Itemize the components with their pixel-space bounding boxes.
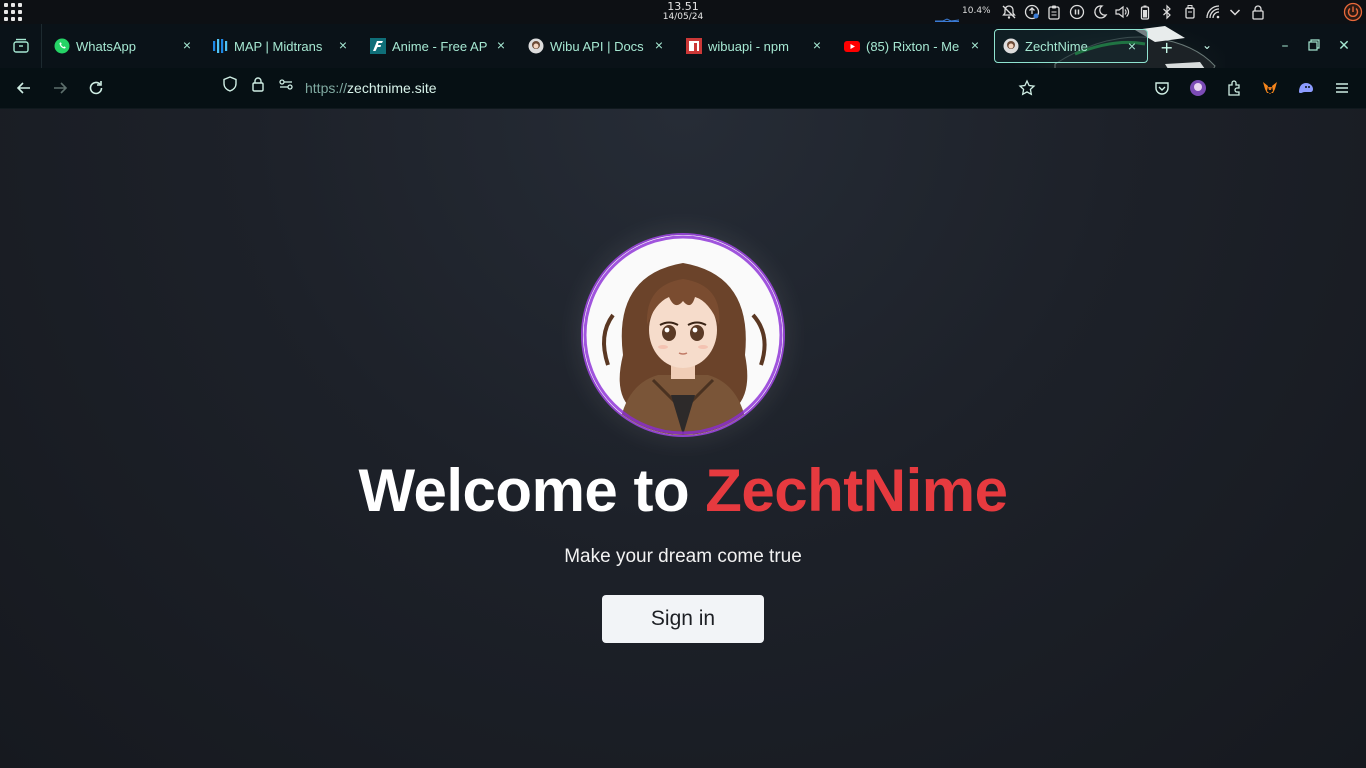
close-tab-icon[interactable]: × <box>336 38 350 52</box>
close-tab-icon[interactable]: × <box>652 38 666 52</box>
close-window-icon[interactable]: ✕ <box>1336 38 1352 54</box>
browser-tab-strip: WhatsApp × MAP | Midtrans × Anime - Free… <box>0 24 1366 110</box>
night-light-icon[interactable] <box>1088 2 1111 22</box>
tab-zechtnime[interactable]: ZechtNime × <box>994 29 1148 63</box>
tab-label: wibuapi - npm <box>708 38 789 54</box>
list-all-tabs-icon[interactable]: ⌄ <box>1202 38 1212 52</box>
zechtnime-icon <box>1003 38 1019 54</box>
wibu-avatar-icon <box>528 38 544 54</box>
tab-label: Anime - Free AP <box>392 38 488 54</box>
wifi-icon[interactable] <box>1201 2 1224 22</box>
tab-wibuapi-npm[interactable]: wibuapi - npm × <box>686 29 826 63</box>
tab-overview-icon[interactable] <box>0 24 42 68</box>
tab-label: Wibu API | Docs <box>550 38 644 54</box>
pocket-icon[interactable] <box>1152 78 1172 98</box>
url-scheme: https:// <box>305 80 348 96</box>
close-tab-icon[interactable]: × <box>494 38 508 52</box>
metamask-fox-icon[interactable] <box>1260 78 1280 98</box>
welcome-prefix: Welcome to <box>358 457 706 524</box>
tagline: Make your dream come true <box>564 546 802 567</box>
cpu-graph[interactable] <box>935 2 960 22</box>
url-bar[interactable]: https://zechtnime.site <box>220 74 1000 102</box>
tab-youtube-rixton[interactable]: (85) Rixton - Me × <box>844 29 984 63</box>
system-top-bar: 13.51 14/05/24 10.4% <box>0 0 1366 24</box>
expand-tray-icon[interactable] <box>1224 2 1247 22</box>
page-content: Welcome to ZechtNime Make your dream com… <box>0 109 1366 768</box>
youtube-icon <box>844 38 860 54</box>
bluetooth-icon[interactable] <box>1156 2 1179 22</box>
forward-icon[interactable] <box>50 78 70 98</box>
whatsapp-icon <box>54 38 70 54</box>
clipboard-icon[interactable] <box>1043 2 1066 22</box>
bookmark-star-icon[interactable] <box>1017 78 1037 98</box>
close-tab-icon[interactable]: × <box>968 38 982 52</box>
close-tab-icon[interactable]: × <box>180 38 194 52</box>
welcome-heading: Welcome to ZechtNime <box>0 456 1366 525</box>
volume-icon[interactable] <box>1111 2 1134 22</box>
site-permissions-icon[interactable] <box>276 74 296 94</box>
menu-hamburger-icon[interactable] <box>1332 78 1352 98</box>
tab-anime-api[interactable]: Anime - Free AP × <box>370 29 510 63</box>
notifications-muted-icon[interactable] <box>998 2 1021 22</box>
sign-in-button[interactable]: Sign in <box>602 595 764 643</box>
tab-midtrans[interactable]: MAP | Midtrans × <box>212 29 352 63</box>
shield-icon[interactable] <box>220 74 240 94</box>
new-tab-button[interactable]: + <box>1160 38 1173 57</box>
media-icon[interactable] <box>1066 2 1089 22</box>
anime-girl-avatar <box>583 235 783 435</box>
url-text[interactable]: https://zechtnime.site <box>305 80 437 96</box>
tab-wibu-api-docs[interactable]: Wibu API | Docs × <box>528 29 668 63</box>
tab-label: (85) Rixton - Me <box>866 38 960 54</box>
minimize-window-icon[interactable]: – <box>1277 38 1293 54</box>
npm-icon <box>686 38 702 54</box>
power-icon[interactable] <box>1343 2 1363 22</box>
battery-icon[interactable] <box>1134 2 1157 22</box>
anime-api-icon <box>370 38 386 54</box>
midtrans-icon <box>212 38 228 54</box>
url-host: zechtnime.site <box>347 80 437 96</box>
maximize-window-icon[interactable] <box>1306 38 1322 54</box>
browser-navigation-bar: https://zechtnime.site <box>0 68 1366 109</box>
lock-icon[interactable] <box>1247 2 1270 22</box>
tab-label: ZechtNime <box>1025 38 1088 54</box>
tab-label: WhatsApp <box>76 38 136 54</box>
close-tab-icon[interactable]: × <box>810 38 824 52</box>
tab-label: MAP | Midtrans <box>234 38 323 54</box>
reload-icon[interactable] <box>86 78 106 98</box>
lock-icon[interactable] <box>248 74 268 94</box>
back-icon[interactable] <box>14 78 34 98</box>
tab-whatsapp[interactable]: WhatsApp × <box>54 29 196 63</box>
extensions-icon[interactable] <box>1224 78 1244 98</box>
brand-name: ZechtNime <box>705 457 1008 524</box>
device-icon[interactable] <box>1179 2 1202 22</box>
ghost-extension-icon[interactable] <box>1296 78 1316 98</box>
update-icon[interactable] <box>1021 2 1044 22</box>
account-avatar-icon[interactable] <box>1188 78 1208 98</box>
system-tray <box>998 2 1269 22</box>
close-tab-icon[interactable]: × <box>1125 39 1139 53</box>
cpu-usage-value: 10.4% <box>962 6 991 16</box>
